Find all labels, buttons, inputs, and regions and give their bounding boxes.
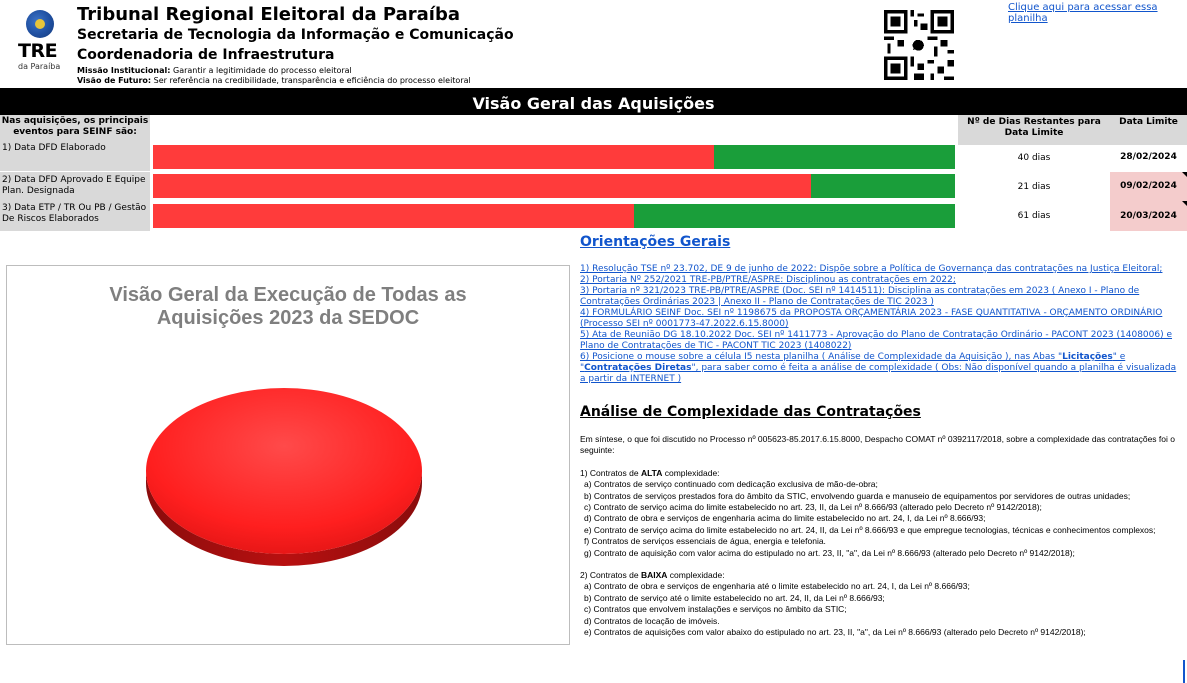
list-item: b) Contratos de serviços prestados fora … [584,490,1131,501]
event-progress-elapsed [153,145,715,169]
list-item: c) Contratos que envolvem instalações e … [584,604,847,615]
list-item: f) Contratos de serviços essenciais de á… [584,536,826,547]
list-item: c) Contrato de serviço acima do limite e… [584,502,1042,513]
event-progress-elapsed [153,174,811,198]
deadline-header: Data Limite [1110,115,1187,145]
low-complexity-title: 2) Contratos de BAIXA complexidade: [580,570,1185,581]
guidelines-list: 1) Resolução TSE nº 23.702, DE 9 de junh… [580,264,1183,385]
events-gap [150,115,958,143]
event-label: 2) Data DFD Aprovado E Equipe Plan. Desi… [0,172,150,205]
deadline-value: 09/02/2024 [1120,181,1177,191]
event-label: 3) Data ETP / TR Ou PB / Gestão De Risco… [0,202,150,231]
days-remaining-cell: 61 dias [1017,211,1051,221]
list-title-text: complexidade: [667,570,725,581]
deadline-cell[interactable]: 20/03/2024 [1110,201,1187,231]
complexity-level: BAIXA [640,570,668,581]
title-bar: Visão Geral das Aquisições [0,88,1187,117]
globe-icon [26,10,54,38]
guideline-link[interactable]: 6) Posicione o mouse sobre a célula I5 n… [580,352,1183,385]
days-remaining-cell: 40 dias [1017,153,1051,163]
event-progress-elapsed [153,204,635,228]
list-item: d) Contrato de obra e serviços de engenh… [584,513,986,524]
deadline-cell[interactable]: 09/02/2024 [1110,172,1187,201]
deadline-value: 28/02/2024 [1120,152,1177,162]
event-progress-bar [153,145,955,169]
high-complexity-title: 1) Contratos de ALTA complexidade: [580,468,1185,479]
mission-text: Garantir a legitimidade do processo elei… [170,66,352,75]
guideline-tab-name: Licitações [1062,352,1113,362]
list-title-text: 1) Contratos de [580,467,641,478]
cell-selection-edge [1183,660,1185,683]
org-title: Tribunal Regional Eleitoral da Paraíba [77,4,460,25]
guideline-link[interactable]: 1) Resolução TSE nº 23.702, DE 9 de junh… [580,264,1183,275]
guideline-tab-name: Contratações Diretas [584,363,692,373]
list-item: b) Contrato de serviço até o limite esta… [584,592,885,603]
guideline-link[interactable]: 3) Portaria nº 321/2023 TRE-PB/PTRE/ASPR… [580,286,1183,308]
mission-label: Missão Institucional: [77,66,171,75]
list-title-text: 2) Contratos de [580,570,641,581]
mission-statement: Missão Institucional: Garantir a legitim… [77,66,352,75]
spreadsheet-link[interactable]: Clique aqui para acessar essa planilha [1008,2,1187,24]
pie-slice[interactable] [146,388,422,554]
guideline-link[interactable]: 4) FORMULÁRIO SEINF Doc. SEI nº 1198675 … [580,308,1183,330]
vision-label: Visão de Futuro: [77,76,152,85]
list-item: a) Contratos de serviço continuado com d… [584,479,878,490]
chart-title: Visão Geral da Execução de Todas as Aqui… [7,284,569,330]
list-item: a) Contrato de obra e serviços de engenh… [584,581,970,592]
logo-subtext: da Paraíba [18,62,61,71]
qr-code-icon[interactable] [884,10,954,80]
page-title: Visão Geral das Aquisições [472,94,715,113]
logo-text: TRE [18,40,58,62]
vision-statement: Visão de Futuro: Ser referência na credi… [77,76,471,85]
event-progress-bar [153,204,955,228]
vision-text: Ser referência na credibilidade, transpa… [151,76,471,85]
list-item: d) Contratos de locação de imóveis. [584,615,720,626]
tre-logo: TRE da Paraíba [14,8,68,74]
guideline-link[interactable]: 5) Ata de Reunião DG 18.10.2022 Doc. SEI… [580,330,1183,352]
complexity-level: ALTA [640,467,663,478]
days-remaining-header: Nº de Dias Restantes para Data Limite [958,115,1110,145]
guideline-text: 6) Posicione o mouse sobre a célula I5 n… [580,352,1063,362]
org-subtitle-coordenadoria: Coordenadoria de Infraestrutura [77,47,335,63]
list-item: e) Contrato de serviço acima do limite e… [584,524,1156,535]
list-item: g) Contrato de aquisição com valor acima… [584,547,1075,558]
list-title-text: complexidade: [662,467,720,478]
guideline-link[interactable]: 2) Portaria Nº 252/2021 TRE-PB/PTRE/ASPR… [580,275,1183,286]
deadline-value: 20/03/2024 [1120,211,1177,221]
event-progress-bar [153,174,955,198]
events-header: Nas aquisições, os principais eventos pa… [0,115,150,144]
chart-title-line1: Visão Geral da Execução de Todas as [109,284,467,306]
chart-title-line2: Aquisições 2023 da SEDOC [156,307,420,329]
comment-indicator-icon [1182,172,1187,177]
org-subtitle-secretaria: Secretaria de Tecnologia da Informação e… [77,27,514,43]
complexity-text: Em síntese, o que foi discutido no Proce… [580,434,1185,639]
complexity-intro: Em síntese, o que foi discutido no Proce… [580,434,1175,456]
complexity-heading: Análise de Complexidade das Contratações [580,404,921,420]
execution-chart[interactable]: Visão Geral da Execução de Todas as Aqui… [6,265,570,645]
list-item: e) Contratos de aquisições com valor aba… [584,627,1086,638]
deadline-cell[interactable]: 28/02/2024 [1110,143,1187,172]
guidelines-heading[interactable]: Orientações Gerais [580,234,730,250]
event-label: 1) Data DFD Elaborado [0,143,150,171]
comment-indicator-icon [1182,201,1187,206]
days-remaining-cell: 21 dias [1017,182,1051,192]
